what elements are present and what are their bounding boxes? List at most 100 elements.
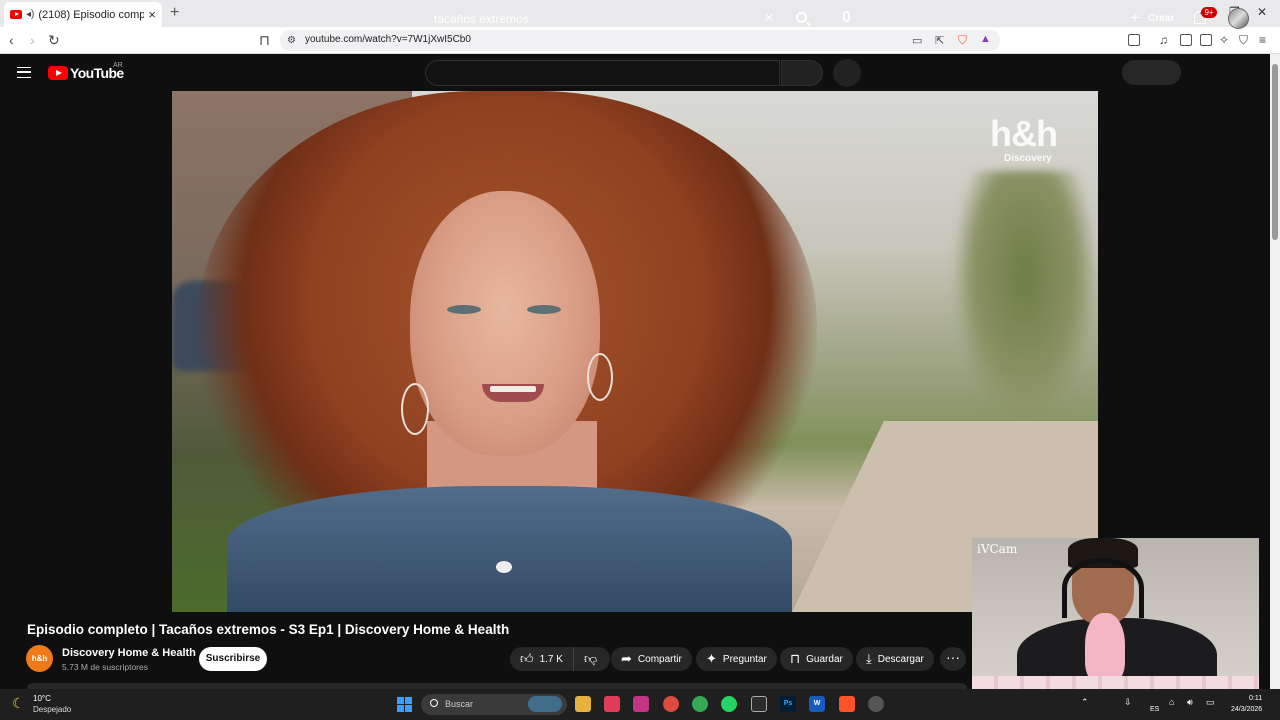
subscribe-button[interactable]: Suscribirse bbox=[199, 647, 267, 671]
audio-playing-icon[interactable]: ◂) bbox=[26, 9, 34, 20]
clear-search-icon[interactable]: × bbox=[764, 8, 774, 28]
like-count: 1.7 K bbox=[539, 653, 563, 665]
moon-weather-icon[interactable]: ☾ bbox=[12, 695, 25, 712]
weather-temperature[interactable]: 10°C bbox=[33, 694, 51, 703]
video-person-face bbox=[410, 191, 600, 456]
file-explorer-icon[interactable] bbox=[575, 696, 591, 712]
window-close-icon[interactable]: ✕ bbox=[1257, 5, 1267, 19]
youtube-favicon-icon bbox=[10, 10, 22, 19]
region-code: AR bbox=[113, 62, 123, 69]
account-avatar[interactable] bbox=[1228, 8, 1249, 29]
video-person-eye bbox=[447, 305, 481, 314]
clock-date[interactable]: 24/3/2026 bbox=[1231, 706, 1262, 713]
brave-shield-icon[interactable]: ⛉ bbox=[958, 33, 967, 48]
volume-icon[interactable]: 🔊︎ bbox=[1187, 697, 1193, 708]
more-actions-icon[interactable]: ··· bbox=[940, 647, 966, 671]
search-highlight-icon[interactable] bbox=[528, 696, 562, 712]
scrollbar-thumb[interactable] bbox=[1272, 64, 1278, 240]
channel-avatar[interactable]: h&h bbox=[26, 645, 53, 672]
back-icon[interactable]: ‹ bbox=[9, 32, 14, 48]
language-indicator[interactable]: ES bbox=[1150, 706, 1159, 713]
tray-overflow-icon[interactable]: ⌃ bbox=[1081, 697, 1089, 708]
chrome-profile-icon[interactable] bbox=[692, 696, 708, 712]
whatsapp-icon[interactable] bbox=[721, 696, 737, 712]
instagram-icon[interactable] bbox=[633, 696, 649, 712]
share-button[interactable]: ➦ Compartir bbox=[611, 647, 692, 671]
headset-icon bbox=[1062, 558, 1144, 618]
word-icon[interactable]: W bbox=[809, 696, 825, 712]
photoshop-icon[interactable]: Ps bbox=[780, 696, 796, 712]
video-person-jacket bbox=[227, 486, 792, 612]
webcam-overlay: iVCam bbox=[972, 538, 1259, 700]
subscriber-count: 5.73 M de suscriptores bbox=[62, 662, 148, 672]
video-person-pendant bbox=[496, 561, 512, 573]
chrome-icon[interactable] bbox=[663, 696, 679, 712]
tab-close-icon[interactable]: × bbox=[148, 7, 156, 22]
download-icon: ⤓ bbox=[866, 651, 872, 666]
battery-icon[interactable]: ▭ bbox=[1206, 697, 1215, 708]
download-button[interactable]: ⤓ Descargar bbox=[856, 647, 934, 671]
clock-time[interactable]: 0:11 bbox=[1249, 695, 1262, 702]
channel-name[interactable]: Discovery Home & Health bbox=[62, 647, 196, 659]
video-person-earring bbox=[587, 353, 613, 401]
video-tree bbox=[952, 171, 1098, 431]
save-button[interactable]: ⊓ Guardar bbox=[780, 647, 853, 671]
share-icon: ➦ bbox=[621, 651, 632, 666]
sparkle-icon: ✦ bbox=[706, 651, 717, 666]
network-icon[interactable]: ⌂ bbox=[1169, 697, 1174, 707]
ask-button[interactable]: ✦ Preguntar bbox=[696, 647, 777, 671]
media-icon[interactable]: ♫ bbox=[1159, 33, 1168, 47]
browser-tab[interactable]: ◂) (2108) Episodio completo | Ta × bbox=[4, 2, 162, 27]
steam-icon[interactable] bbox=[751, 696, 767, 712]
windows-start-icon[interactable] bbox=[397, 697, 412, 712]
dislike-button[interactable]: 👎︎ bbox=[574, 651, 607, 667]
weather-description[interactable]: Despejado bbox=[33, 705, 71, 714]
notifications-badge: 9+ bbox=[1201, 7, 1217, 18]
youtube-header: YouTube AR bbox=[0, 54, 1280, 91]
create-label[interactable]: Crear bbox=[1148, 13, 1174, 24]
reload-icon[interactable]: ↻ bbox=[48, 32, 60, 49]
extensions-icon[interactable] bbox=[1128, 34, 1140, 46]
create-button[interactable] bbox=[1122, 60, 1181, 85]
channel-watermark: h&h bbox=[990, 113, 1058, 154]
thumbs-down-icon: 👎︎ bbox=[583, 651, 598, 666]
sidebar-icon[interactable] bbox=[1180, 34, 1192, 46]
video-player[interactable]: h&h Discovery bbox=[172, 91, 1098, 612]
obs-icon[interactable] bbox=[868, 696, 884, 712]
leo-ai-icon[interactable]: ✧ bbox=[1219, 33, 1229, 47]
video-person-mouth bbox=[482, 384, 544, 402]
share-label: Compartir bbox=[637, 653, 682, 665]
site-settings-icon[interactable]: ⚙ bbox=[287, 35, 296, 46]
search-input[interactable] bbox=[425, 60, 780, 86]
wallet-icon[interactable] bbox=[1200, 34, 1212, 46]
download-label: Descargar bbox=[877, 653, 924, 665]
new-tab-icon[interactable]: + bbox=[170, 4, 179, 22]
plus-icon[interactable]: + bbox=[1130, 8, 1140, 28]
search-button[interactable] bbox=[781, 60, 823, 86]
bookmark-icon[interactable]: ⊓ bbox=[259, 32, 270, 49]
vpn-icon[interactable]: ⛉ bbox=[1239, 33, 1248, 48]
tiktok-icon[interactable] bbox=[604, 696, 620, 712]
webcam-label: iVCam bbox=[977, 542, 1018, 556]
brave-browser-icon[interactable] bbox=[839, 696, 855, 712]
taskbar-search-placeholder[interactable]: Buscar bbox=[445, 699, 473, 709]
save-label: Guardar bbox=[806, 653, 843, 665]
video-person-eye bbox=[527, 305, 561, 314]
microphone-icon[interactable] bbox=[843, 11, 850, 22]
voice-search-button[interactable] bbox=[833, 59, 861, 87]
guide-menu-icon[interactable] bbox=[17, 67, 31, 78]
video-title: Episodio completo | Tacaños extremos - S… bbox=[27, 622, 510, 637]
youtube-logo-icon[interactable] bbox=[48, 66, 68, 80]
share-page-icon[interactable]: ⇱ bbox=[935, 34, 944, 47]
search-value[interactable]: tacaños extremos bbox=[434, 12, 529, 26]
menu-icon[interactable]: ≡ bbox=[1259, 33, 1266, 47]
like-button[interactable]: 👍︎ 1.7 K bbox=[510, 647, 574, 671]
cast-icon[interactable]: ▭ bbox=[912, 34, 922, 47]
thumbs-up-icon: 👍︎ bbox=[520, 651, 534, 666]
search-icon[interactable] bbox=[796, 12, 807, 23]
microphone-tray-icon[interactable]: ⇩ bbox=[1124, 697, 1132, 708]
forward-icon[interactable]: › bbox=[30, 32, 35, 48]
url-text[interactable]: youtube.com/watch?v=7W1jXwI5Cb0 bbox=[305, 34, 471, 45]
taskbar-search-icon bbox=[430, 699, 438, 707]
brave-rewards-icon[interactable]: ▲ bbox=[980, 33, 991, 45]
